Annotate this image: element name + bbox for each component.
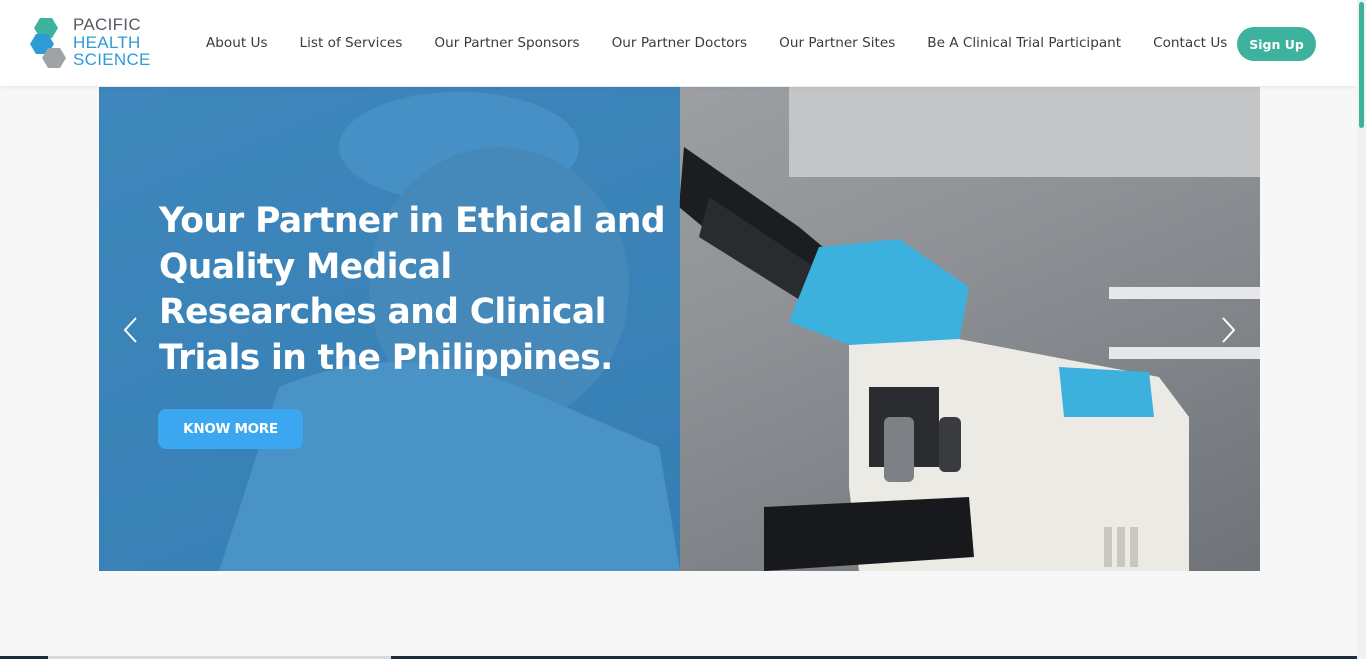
sign-up-button[interactable]: Sign Up [1237, 27, 1316, 61]
logo-line-2: HEALTH [73, 32, 141, 52]
nav-partner-sites[interactable]: Our Partner Sites [779, 35, 895, 51]
hero-headline: Your Partner in Ethical and Quality Medi… [159, 201, 666, 378]
hero-slider: Your Partner in Ethical and Quality Medi… [99, 87, 1260, 571]
logo-link[interactable]: PACIFIC HEALTH SCIENCE [30, 14, 170, 72]
know-more-button[interactable]: KNOW MORE [158, 409, 303, 449]
logo-line-1: PACIFIC [73, 15, 141, 34]
nav-partner-sponsors[interactable]: Our Partner Sponsors [434, 35, 579, 51]
nav-clinical-trial-participant[interactable]: Be A Clinical Trial Participant [927, 35, 1121, 51]
main-nav: About Us List of Services Our Partner Sp… [190, 0, 1243, 86]
chevron-right-icon [1222, 317, 1236, 343]
scrollbar-thumb[interactable] [1359, 2, 1364, 128]
nav-partner-doctors[interactable]: Our Partner Doctors [612, 35, 748, 51]
site-header: PACIFIC HEALTH SCIENCE About Us List of … [0, 0, 1357, 86]
nav-contact-us[interactable]: Contact Us [1153, 35, 1227, 51]
logo-wordmark: PACIFIC HEALTH SCIENCE [73, 16, 151, 69]
logo-line-3: SCIENCE [73, 50, 151, 69]
nav-about-us[interactable]: About Us [206, 35, 268, 51]
nav-list-of-services[interactable]: List of Services [300, 35, 403, 51]
slider-next-button[interactable] [1217, 315, 1241, 345]
slider-prev-button[interactable] [118, 315, 142, 345]
page-scrollbar[interactable] [1357, 0, 1366, 659]
chevron-left-icon [123, 317, 137, 343]
logo-hexagons-icon [30, 18, 66, 68]
